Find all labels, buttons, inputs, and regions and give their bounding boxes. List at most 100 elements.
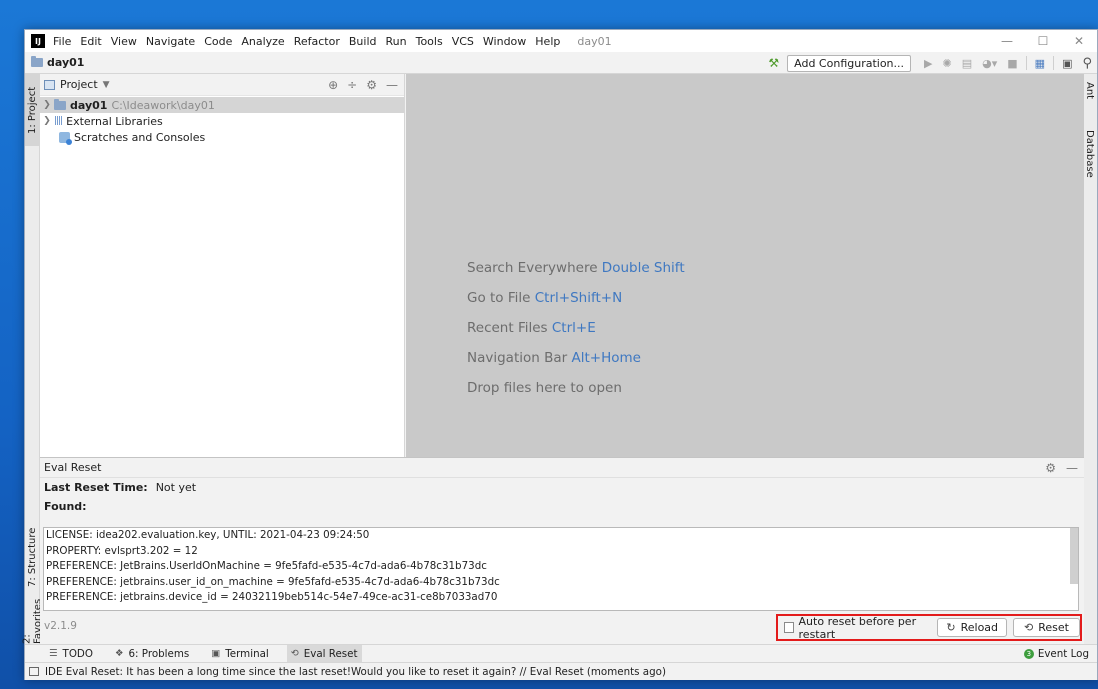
tab-eval-reset[interactable]: ⟲ Eval Reset bbox=[286, 644, 362, 663]
chevron-right-icon[interactable]: ❯ bbox=[40, 100, 54, 110]
menu-file[interactable]: File bbox=[53, 35, 71, 48]
eval-reset-panel: Eval Reset ⚙ — Last Reset Time: Not yet … bbox=[40, 457, 1084, 644]
list-icon: ☰ bbox=[49, 648, 58, 659]
hide-panel-icon[interactable]: — bbox=[386, 78, 398, 92]
found-list[interactable]: LICENSE: idea202.evaluation.key, UNTIL: … bbox=[43, 527, 1079, 611]
window-project-title: day01 bbox=[577, 34, 612, 48]
list-item: PREFERENCE: jetbrains.user_id_on_machine… bbox=[46, 575, 500, 588]
maximize-icon[interactable]: ☐ bbox=[1025, 30, 1061, 52]
tree-item-scratches[interactable]: Scratches and Consoles bbox=[40, 129, 404, 145]
menu-code[interactable]: Code bbox=[204, 35, 232, 48]
gear-icon[interactable]: ⚙ bbox=[366, 78, 377, 92]
tab-label: TODO bbox=[62, 647, 93, 660]
hint-go-to-file: Go to File Ctrl+Shift+N bbox=[467, 290, 622, 306]
favorites-tool-tab[interactable]: 2: Favorites bbox=[22, 596, 44, 644]
hide-panel-icon[interactable]: — bbox=[1066, 461, 1078, 475]
ant-tab-label: Ant bbox=[1084, 82, 1095, 100]
event-log-label: Event Log bbox=[1037, 648, 1089, 660]
event-log-button[interactable]: 3 Event Log bbox=[1023, 645, 1089, 663]
breadcrumb-project[interactable]: day01 bbox=[47, 56, 84, 69]
tab-label: 6: Problems bbox=[128, 647, 190, 660]
problems-icon: ❖ bbox=[114, 648, 124, 659]
hint-text: Recent Files bbox=[467, 320, 548, 336]
hint-text: Search Everywhere bbox=[467, 260, 598, 276]
tool-windows-toggle-icon[interactable] bbox=[29, 667, 39, 676]
ide-window: IJ File Edit View Navigate Code Analyze … bbox=[22, 29, 1098, 680]
list-item: PROPERTY: evlsprt3.202 = 12 bbox=[46, 544, 198, 557]
eval-header-actions: ⚙ — bbox=[1035, 458, 1078, 478]
collapse-all-icon[interactable]: ÷ bbox=[347, 78, 357, 92]
project-structure-icon[interactable]: ▦ bbox=[1035, 57, 1045, 70]
reload-button[interactable]: ↻ Reload bbox=[937, 618, 1008, 637]
tree-item-path: C:\Ideawork\day01 bbox=[111, 98, 215, 112]
toolbar-divider bbox=[1053, 56, 1055, 70]
undo-icon: ⟲ bbox=[290, 648, 299, 659]
bottom-tool-tabs: ☰ TODO ❖ 6: Problems ▣ Terminal ⟲ Eval R… bbox=[25, 644, 1097, 663]
menu-help[interactable]: Help bbox=[535, 35, 560, 48]
stop-icon[interactable]: ■ bbox=[1007, 57, 1017, 70]
run-icon[interactable]: ▶ bbox=[924, 57, 932, 70]
build-hammer-icon[interactable]: ⚒ bbox=[768, 56, 779, 70]
tab-todo[interactable]: ☰ TODO bbox=[45, 645, 97, 663]
search-icon[interactable]: ⚲ bbox=[1082, 56, 1092, 71]
scrollbar-thumb[interactable] bbox=[1070, 528, 1078, 584]
debug-icon[interactable]: ✺ bbox=[943, 57, 952, 70]
menu-window[interactable]: Window bbox=[483, 35, 526, 48]
toolbar-divider bbox=[1025, 56, 1027, 70]
auto-reset-checkbox[interactable] bbox=[784, 622, 794, 633]
menu-edit[interactable]: Edit bbox=[80, 35, 101, 48]
menu-view[interactable]: View bbox=[111, 35, 137, 48]
ant-tool-tab[interactable]: Ant bbox=[1082, 78, 1097, 112]
database-tool-tab[interactable]: Database bbox=[1082, 126, 1097, 206]
reload-label: Reload bbox=[960, 621, 999, 634]
profile-icon[interactable]: ◕▾ bbox=[982, 57, 997, 70]
minimize-icon[interactable]: — bbox=[989, 30, 1025, 52]
menu-run[interactable]: Run bbox=[386, 35, 407, 48]
locate-target-icon[interactable]: ⊕ bbox=[328, 78, 338, 92]
status-message[interactable]: IDE Eval Reset: It has been a long time … bbox=[45, 666, 666, 678]
project-view-selector[interactable]: Project bbox=[60, 78, 98, 91]
project-panel-header: Project ▼ ⊕ ÷ ⚙ — bbox=[40, 74, 404, 96]
terminal-window-icon[interactable]: ▣ bbox=[1062, 57, 1072, 70]
tree-item-external-libraries[interactable]: ❯ |||| External Libraries bbox=[40, 113, 404, 129]
right-tool-strip: Ant Database bbox=[1082, 74, 1097, 644]
last-reset-row: Last Reset Time: Not yet bbox=[40, 478, 1084, 497]
eval-reset-header: Eval Reset ⚙ — bbox=[40, 458, 1084, 478]
menu-analyze[interactable]: Analyze bbox=[241, 35, 284, 48]
menu-bar: IJ File Edit View Navigate Code Analyze … bbox=[25, 30, 1097, 52]
tree-item-day01[interactable]: ❯ day01 C:\Ideawork\day01 bbox=[40, 97, 404, 113]
chevron-right-icon[interactable]: ❯ bbox=[40, 116, 54, 126]
list-item: LICENSE: idea202.evaluation.key, UNTIL: … bbox=[46, 529, 370, 541]
version-label: v2.1.9 bbox=[44, 620, 77, 632]
tree-item-label: day01 bbox=[70, 98, 108, 112]
left-tool-strip: 1: Project 7: Structure 2: Favorites bbox=[22, 74, 44, 644]
reset-button[interactable]: ⟲ Reset bbox=[1013, 618, 1080, 637]
gear-icon[interactable]: ⚙ bbox=[1045, 461, 1056, 475]
navigation-bar: day01 ⚒ Add Configuration... ▶ ✺ ▤ ◕▾ ■ … bbox=[25, 52, 1097, 74]
project-tool-tab[interactable]: 1: Project bbox=[25, 74, 40, 146]
chevron-down-icon[interactable]: ▼ bbox=[103, 80, 110, 90]
hint-shortcut: Alt+Home bbox=[571, 350, 641, 366]
auto-reset-label[interactable]: Auto reset before per restart bbox=[799, 615, 931, 641]
editor-area[interactable]: Search Everywhere Double Shift Go to Fil… bbox=[406, 74, 1084, 457]
status-bar: IDE Eval Reset: It has been a long time … bbox=[25, 662, 1097, 680]
found-label: Found: bbox=[44, 500, 87, 513]
reload-icon: ↻ bbox=[946, 621, 956, 634]
hint-search-everywhere: Search Everywhere Double Shift bbox=[467, 260, 685, 276]
folder-icon bbox=[31, 56, 43, 67]
coverage-icon[interactable]: ▤ bbox=[962, 57, 972, 70]
close-icon[interactable]: ✕ bbox=[1061, 30, 1097, 52]
menu-navigate[interactable]: Navigate bbox=[146, 35, 195, 48]
hint-shortcut: Double Shift bbox=[601, 260, 685, 276]
tab-terminal[interactable]: ▣ Terminal bbox=[207, 645, 273, 663]
menu-vcs[interactable]: VCS bbox=[452, 35, 474, 48]
menu-refactor[interactable]: Refactor bbox=[294, 35, 340, 48]
project-tab-label: 1: Project bbox=[27, 86, 38, 134]
add-configuration-button[interactable]: Add Configuration... bbox=[787, 54, 912, 72]
structure-tool-tab[interactable]: 7: Structure bbox=[25, 526, 40, 588]
menu-tools[interactable]: Tools bbox=[416, 35, 443, 48]
tab-problems[interactable]: ❖ 6: Problems bbox=[111, 645, 193, 663]
hint-recent-files: Recent Files Ctrl+E bbox=[467, 320, 596, 336]
menu-build[interactable]: Build bbox=[349, 35, 377, 48]
terminal-icon: ▣ bbox=[211, 648, 221, 659]
